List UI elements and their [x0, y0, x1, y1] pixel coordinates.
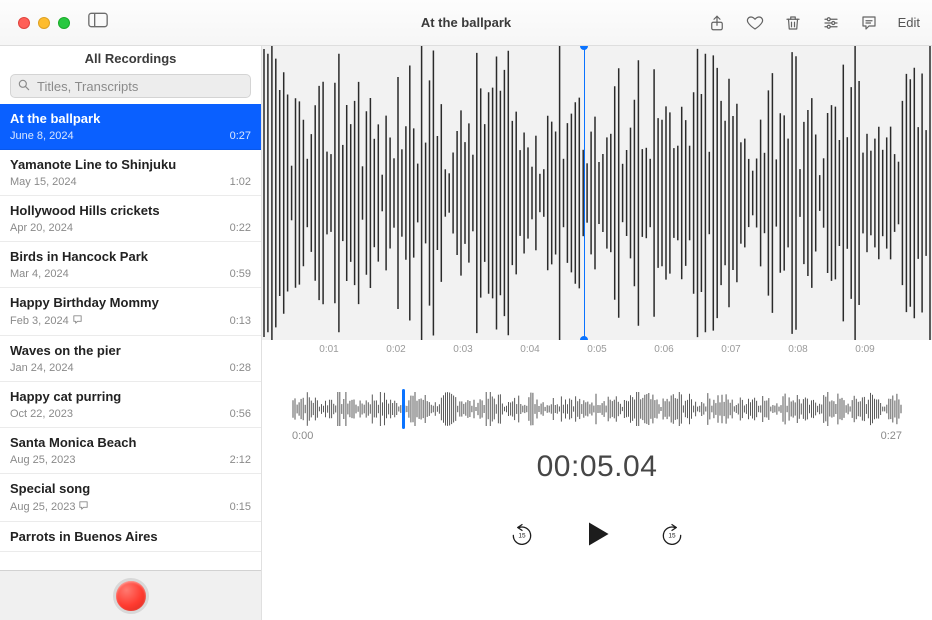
timeline-ruler[interactable]: 0:01 0:02 0:03 0:04 0:05 0:06 0:07 0:08 0:09: [262, 340, 932, 362]
recordings-sidebar: All Recordings At the ballpark June 8, 20…: [0, 46, 262, 620]
recording-title: Santa Monica Beach: [10, 435, 251, 450]
minimize-window-button[interactable]: [38, 17, 50, 29]
transcript-badge-icon: [78, 500, 89, 514]
close-window-button[interactable]: [18, 17, 30, 29]
recording-title: Happy Birthday Mommy: [10, 295, 251, 310]
recording-date: Feb 3, 2024: [10, 314, 83, 328]
recording-duration: 0:56: [230, 408, 251, 420]
recording-date: June 8, 2024: [10, 130, 74, 142]
search-icon: [17, 78, 31, 97]
recording-date: Mar 4, 2024: [10, 268, 69, 280]
favorite-button[interactable]: [746, 14, 764, 32]
recording-date: Aug 25, 2023: [10, 500, 89, 514]
delete-button[interactable]: [784, 14, 802, 32]
edit-button[interactable]: Edit: [898, 15, 920, 30]
recording-title: Special song: [10, 481, 251, 496]
record-button-area: [0, 570, 261, 620]
play-button[interactable]: [581, 518, 613, 555]
timeline-tick: 0:03: [453, 344, 472, 355]
recordings-list: At the ballpark June 8, 2024 0:27 Yamanote …: [0, 104, 261, 570]
recording-title: Happy cat purring: [10, 389, 251, 404]
timeline-tick: 0:01: [319, 344, 338, 355]
recording-title: At the ballpark: [10, 111, 251, 126]
recording-duration: 0:13: [230, 315, 251, 327]
recording-date: Oct 22, 2023: [10, 408, 73, 420]
timeline-tick: 0:09: [855, 344, 874, 355]
recording-duration: 0:59: [230, 268, 251, 280]
recording-item[interactable]: Hollywood Hills crickets Apr 20, 2024 0:22: [0, 196, 261, 242]
waveform-large[interactable]: [262, 46, 932, 340]
recording-duration: 0:15: [230, 501, 251, 513]
overview-playhead[interactable]: [402, 389, 405, 429]
recording-date: Apr 20, 2024: [10, 222, 73, 234]
search-field-container: [10, 74, 251, 98]
sidebar-title: All Recordings: [0, 46, 261, 74]
recording-item[interactable]: Special song Aug 25, 2023 0:15: [0, 474, 261, 522]
transcript-badge-icon: [72, 314, 83, 328]
timeline-tick: 0:07: [721, 344, 740, 355]
svg-text:15: 15: [518, 533, 526, 540]
recording-date: May 15, 2024: [10, 176, 77, 188]
overview-start-label: 0:00: [292, 430, 313, 442]
transcript-button[interactable]: [860, 14, 878, 32]
recording-item[interactable]: Waves on the pier Jan 24, 2024 0:28: [0, 336, 261, 382]
timeline-tick: 0:08: [788, 344, 807, 355]
overview-end-label: 0:27: [881, 430, 902, 442]
timeline-tick: 0:02: [386, 344, 405, 355]
recording-date: Jan 24, 2024: [10, 362, 74, 374]
timecode-display: 00:05.04: [262, 450, 932, 484]
window-title: At the ballpark: [421, 15, 511, 30]
skip-back-button[interactable]: 15: [509, 521, 535, 552]
title-bar: At the ballpark Edit: [0, 0, 932, 46]
svg-text:15: 15: [668, 533, 676, 540]
recording-duration: 0:22: [230, 222, 251, 234]
timeline-tick: 0:06: [654, 344, 673, 355]
recording-item[interactable]: At the ballpark June 8, 2024 0:27: [0, 104, 261, 150]
skip-forward-button[interactable]: 15: [659, 521, 685, 552]
fullscreen-window-button[interactable]: [58, 17, 70, 29]
search-input[interactable]: [10, 74, 251, 98]
recording-item[interactable]: Happy cat purring Oct 22, 2023 0:56: [0, 382, 261, 428]
playhead[interactable]: [584, 46, 585, 340]
recording-title: Waves on the pier: [10, 343, 251, 358]
window-controls: [18, 17, 70, 29]
recording-item[interactable]: Yamanote Line to Shinjuku May 15, 2024 1:0…: [0, 150, 261, 196]
recording-item[interactable]: Birds in Hancock Park Mar 4, 2024 0:59: [0, 242, 261, 288]
recording-date: Aug 25, 2023: [10, 454, 75, 466]
recording-item[interactable]: Parrots in Buenos Aires: [0, 522, 261, 552]
recording-duration: 0:28: [230, 362, 251, 374]
playback-controls: 15 15: [262, 518, 932, 555]
timeline-tick: 0:05: [587, 344, 606, 355]
recording-title: Hollywood Hills crickets: [10, 203, 251, 218]
sidebar-toggle-button[interactable]: [88, 12, 108, 33]
recording-duration: 1:02: [230, 176, 251, 188]
timeline-tick: 0:04: [520, 344, 539, 355]
recording-title: Yamanote Line to Shinjuku: [10, 157, 251, 172]
recording-title: Birds in Hancock Park: [10, 249, 251, 264]
recording-duration: 2:12: [230, 454, 251, 466]
settings-button[interactable]: [822, 14, 840, 32]
share-button[interactable]: [708, 14, 726, 32]
playback-pane: 0:01 0:02 0:03 0:04 0:05 0:06 0:07 0:08 0:09 0:0…: [262, 46, 932, 620]
recording-duration: 0:27: [230, 130, 251, 142]
waveform-overview[interactable]: 0:00 0:27: [292, 392, 902, 426]
record-button[interactable]: [113, 578, 149, 614]
recording-item[interactable]: Santa Monica Beach Aug 25, 2023 2:12: [0, 428, 261, 474]
recording-item[interactable]: Happy Birthday Mommy Feb 3, 2024 0:13: [0, 288, 261, 336]
recording-title: Parrots in Buenos Aires: [10, 529, 251, 544]
